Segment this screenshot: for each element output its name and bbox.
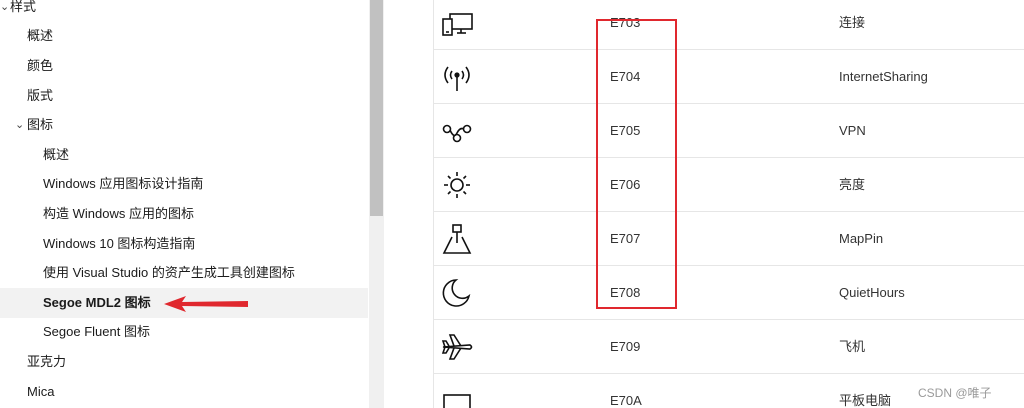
sidebar-item-asset-generation[interactable]: 使用 Visual Studio 的资产生成工具创建图标	[0, 258, 368, 288]
table-row: E708 QuietHours	[434, 266, 1024, 320]
sidebar-item-icons-overview[interactable]: 概述	[0, 140, 368, 170]
sidebar-item-label: Segoe MDL2 图标	[43, 295, 151, 310]
vpn-icon	[440, 115, 474, 147]
sidebar-item-label: 构造 Windows 应用的图标	[43, 206, 194, 221]
sidebar-item-icons[interactable]: ⌄ 图标	[0, 110, 368, 140]
table-row: E706 亮度	[434, 158, 1024, 212]
icons-table: E703 连接 E704 InternetSharing E705 VPN E7…	[434, 0, 1024, 408]
sidebar-item-label: 概述	[27, 28, 54, 43]
tablet-icon	[440, 385, 474, 408]
icon-code: E709	[610, 339, 641, 354]
icon-description: 飞机	[839, 339, 866, 354]
sidebar-nav: ⌄ 样式 概述 颜色 版式 ⌄ 图标 概述 Windows 应用图标设计指南 构…	[0, 0, 370, 408]
table-row: E709 飞机	[434, 320, 1024, 374]
sidebar-item-label: 概述	[43, 147, 70, 162]
sidebar-item-typography[interactable]: 版式	[0, 81, 368, 111]
sidebar-item-construct-icons[interactable]: 构造 Windows 应用的图标	[0, 199, 368, 229]
table-row: E703 连接	[434, 0, 1024, 50]
sidebar-item-color[interactable]: 颜色	[0, 51, 368, 81]
icon-description: 平板电脑	[839, 393, 892, 408]
quiet-hours-icon	[440, 277, 474, 309]
sidebar-item-overview[interactable]: 概述	[0, 21, 368, 51]
sidebar-item-label: Mica	[27, 384, 55, 399]
sidebar-item-styles[interactable]: ⌄ 样式	[0, 0, 368, 22]
sidebar-item-icon-design-guidelines[interactable]: Windows 应用图标设计指南	[0, 169, 368, 199]
icon-description: InternetSharing	[839, 69, 928, 84]
content-gutter	[384, 0, 434, 408]
scrollbar-thumb[interactable]	[370, 0, 383, 216]
sidebar-item-label: 版式	[27, 88, 54, 103]
icon-description: MapPin	[839, 231, 884, 246]
sidebar-item-acrylic[interactable]: 亚克力	[0, 347, 368, 377]
brightness-icon	[440, 169, 474, 201]
sidebar-item-label: 使用 Visual Studio 的资产生成工具创建图标	[43, 265, 295, 280]
icon-description: 连接	[839, 15, 866, 30]
airplane-icon	[440, 331, 474, 363]
sidebar-item-label: Segoe Fluent 图标	[43, 324, 150, 339]
annotation-highlight-box	[596, 19, 677, 309]
sidebar-item-segoe-fluent[interactable]: Segoe Fluent 图标	[0, 317, 368, 347]
icon-description: QuietHours	[839, 285, 905, 300]
icon-code: E70A	[610, 393, 642, 408]
sidebar-item-label: 样式	[10, 0, 37, 14]
internet-sharing-icon	[440, 61, 474, 93]
icon-description: VPN	[839, 123, 866, 138]
sidebar-item-mica[interactable]: Mica	[0, 377, 368, 407]
table-row: E705 VPN	[434, 104, 1024, 158]
watermark: CSDN @唯子	[918, 386, 992, 400]
icon-description: 亮度	[839, 177, 866, 192]
sidebar-item-label: 图标	[27, 117, 54, 132]
sidebar-item-label: Windows 10 图标构造指南	[43, 236, 196, 251]
table-row: E704 InternetSharing	[434, 50, 1024, 104]
chevron-down-icon[interactable]: ⌄	[15, 110, 24, 140]
chevron-down-icon[interactable]: ⌄	[0, 0, 9, 22]
table-row: E707 MapPin	[434, 212, 1024, 266]
map-pin-icon	[440, 223, 474, 255]
sidebar-item-win10-icon-guide[interactable]: Windows 10 图标构造指南	[0, 229, 368, 259]
sidebar-item-label: Windows 应用图标设计指南	[43, 176, 204, 191]
sidebar-item-label: 亚克力	[27, 354, 67, 369]
sidebar-scrollbar[interactable]	[369, 0, 384, 408]
annotation-arrow-icon	[164, 296, 248, 312]
sidebar-item-label: 颜色	[27, 58, 54, 73]
connect-devices-icon	[440, 7, 474, 39]
